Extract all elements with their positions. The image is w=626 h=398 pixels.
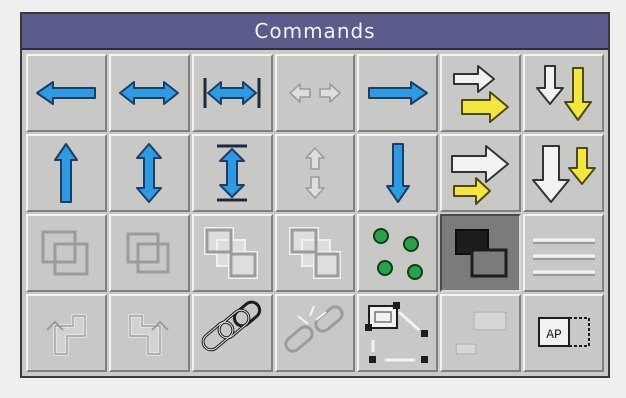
broken-link-icon xyxy=(284,305,344,353)
disabled-align-boxes-icon xyxy=(454,311,507,355)
resize-handles-button[interactable] xyxy=(357,294,439,372)
disabled-layer-button-2 xyxy=(108,214,190,292)
outline-arrows-right-icon xyxy=(452,65,509,123)
arrow-up-button[interactable] xyxy=(26,134,107,212)
horizontal-lines-icon xyxy=(532,238,595,276)
arrow-right-icon xyxy=(367,81,428,105)
disabled-layer-icon xyxy=(41,230,89,276)
commands-palette: Commands AP xyxy=(20,12,610,378)
disabled-layer-icon-2 xyxy=(126,232,170,274)
arrow-left-button[interactable] xyxy=(26,54,107,132)
arrow-up-down-button[interactable] xyxy=(108,134,190,212)
disabled-group-button xyxy=(191,214,273,292)
expand-horizontal-button[interactable] xyxy=(191,54,273,132)
link-chain-icon xyxy=(201,300,262,352)
disabled-arrows-horizontal-icon xyxy=(289,83,341,103)
overlap-boxes-button[interactable] xyxy=(440,214,522,292)
disabled-rotate-left-button xyxy=(26,294,107,372)
outline-arrows-down-alt-button[interactable] xyxy=(523,134,604,212)
disabled-rotate-right-icon xyxy=(128,314,169,356)
text-frame-icon: AP xyxy=(537,317,590,347)
broken-link-button xyxy=(274,294,356,372)
expand-vertical-icon xyxy=(217,144,248,202)
expand-vertical-button[interactable] xyxy=(191,134,273,212)
arrow-left-icon xyxy=(36,81,97,105)
outline-arrows-down-icon xyxy=(535,65,592,121)
command-grid: AP xyxy=(26,54,604,372)
disabled-group-button-2 xyxy=(274,214,356,292)
disabled-align-boxes-button xyxy=(440,294,522,372)
arrow-up-icon xyxy=(54,143,79,203)
outline-arrows-right-alt-button[interactable] xyxy=(440,134,522,212)
outline-arrows-right-button[interactable] xyxy=(440,54,522,132)
arrow-left-right-button[interactable] xyxy=(108,54,190,132)
green-dots-button[interactable] xyxy=(357,214,439,292)
disabled-group-icon-2 xyxy=(288,227,341,279)
outline-arrows-right-alt-icon xyxy=(450,145,509,205)
disabled-arrows-vertical-button xyxy=(274,134,356,212)
outline-arrows-down-alt-icon xyxy=(531,145,596,203)
arrow-right-button[interactable] xyxy=(357,54,439,132)
disabled-layer-button xyxy=(26,214,107,292)
arrow-up-down-icon xyxy=(136,143,163,203)
arrow-left-right-icon xyxy=(119,81,180,105)
horizontal-lines-button xyxy=(523,214,604,292)
arrow-down-button[interactable] xyxy=(357,134,439,212)
palette-title-bar[interactable]: Commands xyxy=(22,14,608,50)
text-frame-button[interactable]: AP xyxy=(523,294,604,372)
text-frame-label: AP xyxy=(546,327,562,342)
resize-handles-icon xyxy=(364,302,428,363)
expand-horizontal-icon xyxy=(203,78,261,108)
palette-title: Commands xyxy=(254,19,376,43)
arrow-down-icon xyxy=(385,143,410,203)
link-chain-button[interactable] xyxy=(191,294,273,372)
disabled-group-icon xyxy=(204,227,259,279)
disabled-rotate-right-button xyxy=(108,294,190,372)
disabled-rotate-left-icon xyxy=(46,314,87,356)
disabled-arrows-vertical-icon xyxy=(305,147,325,199)
green-dots-icon xyxy=(372,228,423,280)
overlap-boxes-icon xyxy=(454,229,508,278)
outline-arrows-down-button[interactable] xyxy=(523,54,604,132)
disabled-arrows-horizontal-button xyxy=(274,54,356,132)
